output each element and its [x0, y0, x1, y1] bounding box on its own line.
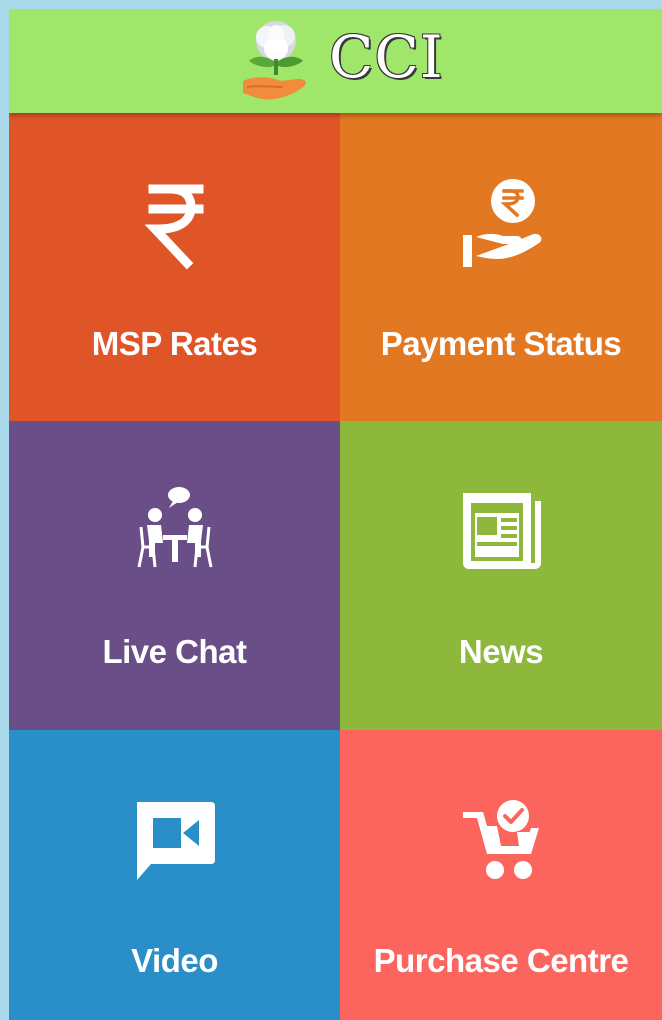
tile-label: News [458, 633, 544, 670]
tile-label: Purchase Centre [373, 942, 629, 979]
people-chatting-icon [137, 487, 212, 568]
tile-purchase-centre[interactable]: Purchase Centre [340, 730, 662, 1020]
cotton-plant-hand-icon [243, 21, 306, 100]
video-chat-icon [136, 802, 215, 880]
tile-label: MSP Rates [91, 325, 258, 362]
hand-rupee-coin-icon [463, 179, 542, 267]
tile-live-chat[interactable]: Live Chat [9, 421, 340, 730]
tile-news[interactable]: News [340, 421, 662, 730]
newspaper-icon [463, 493, 541, 569]
rupee-icon [144, 184, 203, 270]
tile-msp-rates[interactable]: MSP Rates [9, 113, 340, 421]
tile-label: Live Chat [102, 633, 247, 670]
tile-label: Video [131, 942, 218, 979]
cart-check-icon [463, 800, 539, 879]
tile-label: Payment Status [380, 325, 622, 362]
app-header: CCI [9, 9, 662, 113]
tile-video[interactable]: Video [9, 730, 340, 1020]
menu-grid: MSP Rates Payment Status Live Chat News … [9, 113, 662, 1020]
app-window: CCI MSP Rates Payment Status Live Chat N… [9, 9, 662, 1020]
app-title: CCI [329, 23, 444, 91]
tile-payment-status[interactable]: Payment Status [340, 113, 662, 421]
